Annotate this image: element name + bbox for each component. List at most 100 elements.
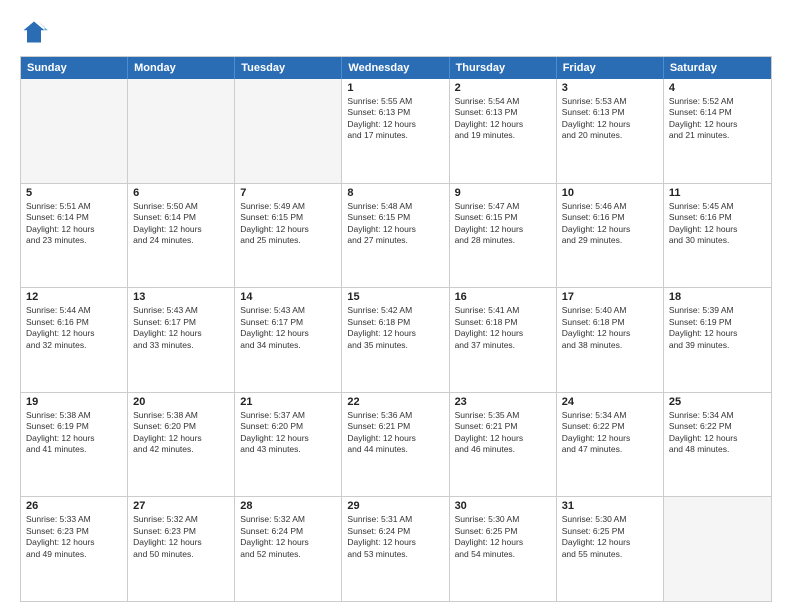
empty-cell-r0c0 bbox=[21, 79, 128, 183]
day-cell-4: 4 Sunrise: 5:52 AM Sunset: 6:14 PM Daylig… bbox=[664, 79, 771, 183]
day-number: 11 bbox=[669, 187, 766, 199]
logo bbox=[20, 18, 52, 46]
day-info: Sunrise: 5:34 AM Sunset: 6:22 PM Dayligh… bbox=[562, 410, 658, 456]
weekday-header-tuesday: Tuesday bbox=[235, 57, 342, 79]
day-info: Sunrise: 5:37 AM Sunset: 6:20 PM Dayligh… bbox=[240, 410, 336, 456]
day-cell-15: 15Sunrise: 5:42 AM Sunset: 6:18 PM Dayli… bbox=[342, 288, 449, 392]
day-number: 7 bbox=[240, 187, 336, 199]
day-cell-1: 1 Sunrise: 5:55 AM Sunset: 6:13 PM Daylig… bbox=[342, 79, 449, 183]
day-number: 6 bbox=[133, 187, 229, 199]
day-info: Sunrise: 5:47 AM Sunset: 6:15 PM Dayligh… bbox=[455, 201, 551, 247]
calendar-header: SundayMondayTuesdayWednesdayThursdayFrid… bbox=[21, 57, 771, 79]
day-cell-20: 20 Sunrise: 5:38 AM Sunset: 6:20 PM Dayli… bbox=[128, 393, 235, 497]
day-info: Sunrise: 5:41 AM Sunset: 6:18 PM Dayligh… bbox=[455, 305, 551, 351]
day-cell-12: 12 Sunrise: 5:44 AM Sunset: 6:16 PM Dayli… bbox=[21, 288, 128, 392]
day-info: Sunrise: 5:53 AM Sunset: 6:13 PM Dayligh… bbox=[562, 96, 658, 142]
day-info: Sunrise: 5:38 AM Sunset: 6:19 PM Dayligh… bbox=[26, 410, 122, 456]
day-cell-30: 30Sunrise: 5:30 AM Sunset: 6:25 PM Dayli… bbox=[450, 497, 557, 601]
day-cell-8: 8Sunrise: 5:48 AM Sunset: 6:15 PM Daylig… bbox=[342, 184, 449, 288]
day-number: 2 bbox=[455, 82, 551, 94]
day-cell-13: 13 Sunrise: 5:43 AM Sunset: 6:17 PM Dayli… bbox=[128, 288, 235, 392]
day-info: Sunrise: 5:34 AM Sunset: 6:22 PM Dayligh… bbox=[669, 410, 766, 456]
day-number: 5 bbox=[26, 187, 122, 199]
day-info: Sunrise: 5:38 AM Sunset: 6:20 PM Dayligh… bbox=[133, 410, 229, 456]
day-cell-27: 27 Sunrise: 5:32 AM Sunset: 6:23 PM Dayli… bbox=[128, 497, 235, 601]
day-number: 4 bbox=[669, 82, 766, 94]
day-number: 30 bbox=[455, 500, 551, 512]
day-cell-5: 5 Sunrise: 5:51 AM Sunset: 6:14 PM Daylig… bbox=[21, 184, 128, 288]
empty-cell-r4c6 bbox=[664, 497, 771, 601]
day-number: 31 bbox=[562, 500, 658, 512]
day-cell-2: 2 Sunrise: 5:54 AM Sunset: 6:13 PM Daylig… bbox=[450, 79, 557, 183]
day-info: Sunrise: 5:45 AM Sunset: 6:16 PM Dayligh… bbox=[669, 201, 766, 247]
day-number: 28 bbox=[240, 500, 336, 512]
empty-cell-r0c2 bbox=[235, 79, 342, 183]
day-info: Sunrise: 5:55 AM Sunset: 6:13 PM Dayligh… bbox=[347, 96, 443, 142]
day-number: 29 bbox=[347, 500, 443, 512]
day-number: 25 bbox=[669, 396, 766, 408]
day-cell-11: 11 Sunrise: 5:45 AM Sunset: 6:16 PM Dayli… bbox=[664, 184, 771, 288]
header bbox=[20, 18, 772, 46]
day-info: Sunrise: 5:32 AM Sunset: 6:23 PM Dayligh… bbox=[133, 514, 229, 560]
day-number: 14 bbox=[240, 291, 336, 303]
day-info: Sunrise: 5:54 AM Sunset: 6:13 PM Dayligh… bbox=[455, 96, 551, 142]
calendar-row-5: 26 Sunrise: 5:33 AM Sunset: 6:23 PM Dayli… bbox=[21, 497, 771, 601]
day-cell-21: 21 Sunrise: 5:37 AM Sunset: 6:20 PM Dayli… bbox=[235, 393, 342, 497]
day-info: Sunrise: 5:31 AM Sunset: 6:24 PM Dayligh… bbox=[347, 514, 443, 560]
day-info: Sunrise: 5:42 AM Sunset: 6:18 PM Dayligh… bbox=[347, 305, 443, 351]
logo-icon bbox=[20, 18, 48, 46]
day-cell-25: 25 Sunrise: 5:34 AM Sunset: 6:22 PM Dayli… bbox=[664, 393, 771, 497]
day-number: 13 bbox=[133, 291, 229, 303]
calendar-body: 1 Sunrise: 5:55 AM Sunset: 6:13 PM Daylig… bbox=[21, 79, 771, 601]
day-info: Sunrise: 5:35 AM Sunset: 6:21 PM Dayligh… bbox=[455, 410, 551, 456]
day-info: Sunrise: 5:50 AM Sunset: 6:14 PM Dayligh… bbox=[133, 201, 229, 247]
day-cell-9: 9 Sunrise: 5:47 AM Sunset: 6:15 PM Daylig… bbox=[450, 184, 557, 288]
day-number: 17 bbox=[562, 291, 658, 303]
weekday-header-monday: Monday bbox=[128, 57, 235, 79]
day-info: Sunrise: 5:36 AM Sunset: 6:21 PM Dayligh… bbox=[347, 410, 443, 456]
day-cell-19: 19Sunrise: 5:38 AM Sunset: 6:19 PM Dayli… bbox=[21, 393, 128, 497]
day-number: 8 bbox=[347, 187, 443, 199]
day-info: Sunrise: 5:33 AM Sunset: 6:23 PM Dayligh… bbox=[26, 514, 122, 560]
day-number: 23 bbox=[455, 396, 551, 408]
day-number: 12 bbox=[26, 291, 122, 303]
day-number: 20 bbox=[133, 396, 229, 408]
day-number: 21 bbox=[240, 396, 336, 408]
day-info: Sunrise: 5:49 AM Sunset: 6:15 PM Dayligh… bbox=[240, 201, 336, 247]
day-number: 1 bbox=[347, 82, 443, 94]
day-info: Sunrise: 5:39 AM Sunset: 6:19 PM Dayligh… bbox=[669, 305, 766, 351]
calendar-row-2: 5 Sunrise: 5:51 AM Sunset: 6:14 PM Daylig… bbox=[21, 184, 771, 289]
day-cell-16: 16Sunrise: 5:41 AM Sunset: 6:18 PM Dayli… bbox=[450, 288, 557, 392]
day-cell-29: 29 Sunrise: 5:31 AM Sunset: 6:24 PM Dayli… bbox=[342, 497, 449, 601]
day-cell-17: 17Sunrise: 5:40 AM Sunset: 6:18 PM Dayli… bbox=[557, 288, 664, 392]
weekday-header-thursday: Thursday bbox=[450, 57, 557, 79]
day-number: 27 bbox=[133, 500, 229, 512]
day-number: 10 bbox=[562, 187, 658, 199]
day-info: Sunrise: 5:43 AM Sunset: 6:17 PM Dayligh… bbox=[133, 305, 229, 351]
day-number: 26 bbox=[26, 500, 122, 512]
day-number: 22 bbox=[347, 396, 443, 408]
day-cell-10: 10 Sunrise: 5:46 AM Sunset: 6:16 PM Dayli… bbox=[557, 184, 664, 288]
day-info: Sunrise: 5:51 AM Sunset: 6:14 PM Dayligh… bbox=[26, 201, 122, 247]
day-cell-18: 18Sunrise: 5:39 AM Sunset: 6:19 PM Dayli… bbox=[664, 288, 771, 392]
day-info: Sunrise: 5:46 AM Sunset: 6:16 PM Dayligh… bbox=[562, 201, 658, 247]
day-number: 9 bbox=[455, 187, 551, 199]
day-cell-23: 23 Sunrise: 5:35 AM Sunset: 6:21 PM Dayli… bbox=[450, 393, 557, 497]
weekday-header-saturday: Saturday bbox=[664, 57, 771, 79]
calendar-row-4: 19Sunrise: 5:38 AM Sunset: 6:19 PM Dayli… bbox=[21, 393, 771, 498]
day-info: Sunrise: 5:44 AM Sunset: 6:16 PM Dayligh… bbox=[26, 305, 122, 351]
day-info: Sunrise: 5:32 AM Sunset: 6:24 PM Dayligh… bbox=[240, 514, 336, 560]
calendar-row-1: 1 Sunrise: 5:55 AM Sunset: 6:13 PM Daylig… bbox=[21, 79, 771, 184]
day-cell-24: 24 Sunrise: 5:34 AM Sunset: 6:22 PM Dayli… bbox=[557, 393, 664, 497]
day-cell-31: 31 Sunrise: 5:30 AM Sunset: 6:25 PM Dayli… bbox=[557, 497, 664, 601]
day-info: Sunrise: 5:43 AM Sunset: 6:17 PM Dayligh… bbox=[240, 305, 336, 351]
weekday-header-wednesday: Wednesday bbox=[342, 57, 449, 79]
day-number: 24 bbox=[562, 396, 658, 408]
day-info: Sunrise: 5:30 AM Sunset: 6:25 PM Dayligh… bbox=[562, 514, 658, 560]
page: SundayMondayTuesdayWednesdayThursdayFrid… bbox=[0, 0, 792, 612]
empty-cell-r0c1 bbox=[128, 79, 235, 183]
day-cell-3: 3Sunrise: 5:53 AM Sunset: 6:13 PM Daylig… bbox=[557, 79, 664, 183]
day-info: Sunrise: 5:52 AM Sunset: 6:14 PM Dayligh… bbox=[669, 96, 766, 142]
day-cell-7: 7 Sunrise: 5:49 AM Sunset: 6:15 PM Daylig… bbox=[235, 184, 342, 288]
day-cell-22: 22 Sunrise: 5:36 AM Sunset: 6:21 PM Dayli… bbox=[342, 393, 449, 497]
